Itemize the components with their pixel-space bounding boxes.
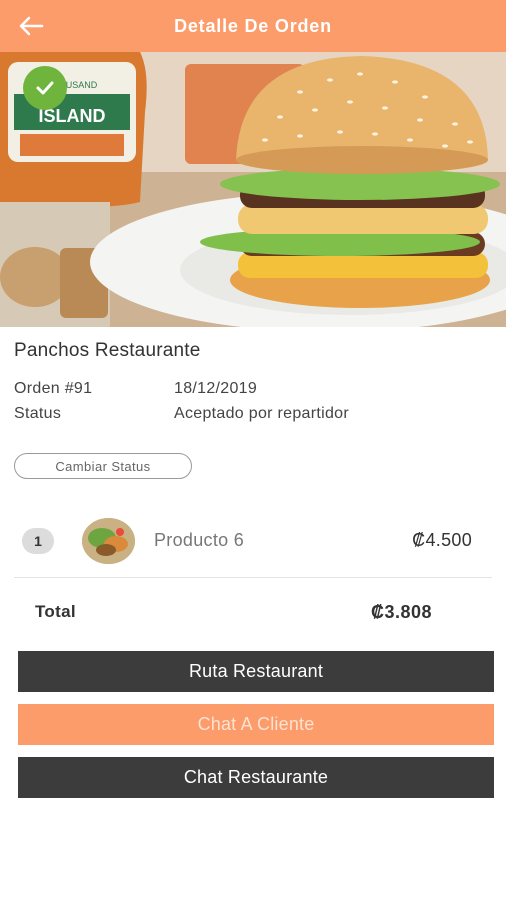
list-item: 1 Producto 6 ₡4.500	[0, 514, 506, 570]
delivered-check-badge	[23, 66, 67, 110]
route-restaurant-button[interactable]: Ruta Restaurant	[18, 651, 494, 692]
product-name: Producto 6	[154, 530, 245, 550]
restaurant-name: Panchos Restaurante	[14, 340, 201, 361]
order-hero-image: THOUSAND ISLAND	[0, 52, 506, 327]
status-label: Status	[14, 405, 62, 422]
check-icon	[36, 81, 54, 95]
change-status-button[interactable]: Cambiar Status	[14, 453, 192, 479]
app-bar: Detalle De Orden	[0, 0, 506, 52]
product-thumbnail	[82, 518, 135, 564]
order-number-label: Orden #91	[14, 380, 93, 397]
status-value: Aceptado por repartidor	[174, 405, 350, 422]
total-value: ₡3.808	[370, 602, 432, 622]
total-label: Total	[35, 602, 76, 621]
order-date: 18/12/2019	[174, 380, 258, 397]
page-title: Detalle De Orden	[174, 15, 332, 36]
arrow-left-icon[interactable]	[18, 14, 44, 38]
quantity-badge: 1	[22, 528, 54, 554]
chat-client-button[interactable]: Chat A Cliente	[18, 704, 494, 745]
divider	[14, 577, 492, 578]
product-price: ₡4.500	[412, 530, 472, 550]
chat-restaurant-button[interactable]: Chat Restaurante	[18, 757, 494, 798]
